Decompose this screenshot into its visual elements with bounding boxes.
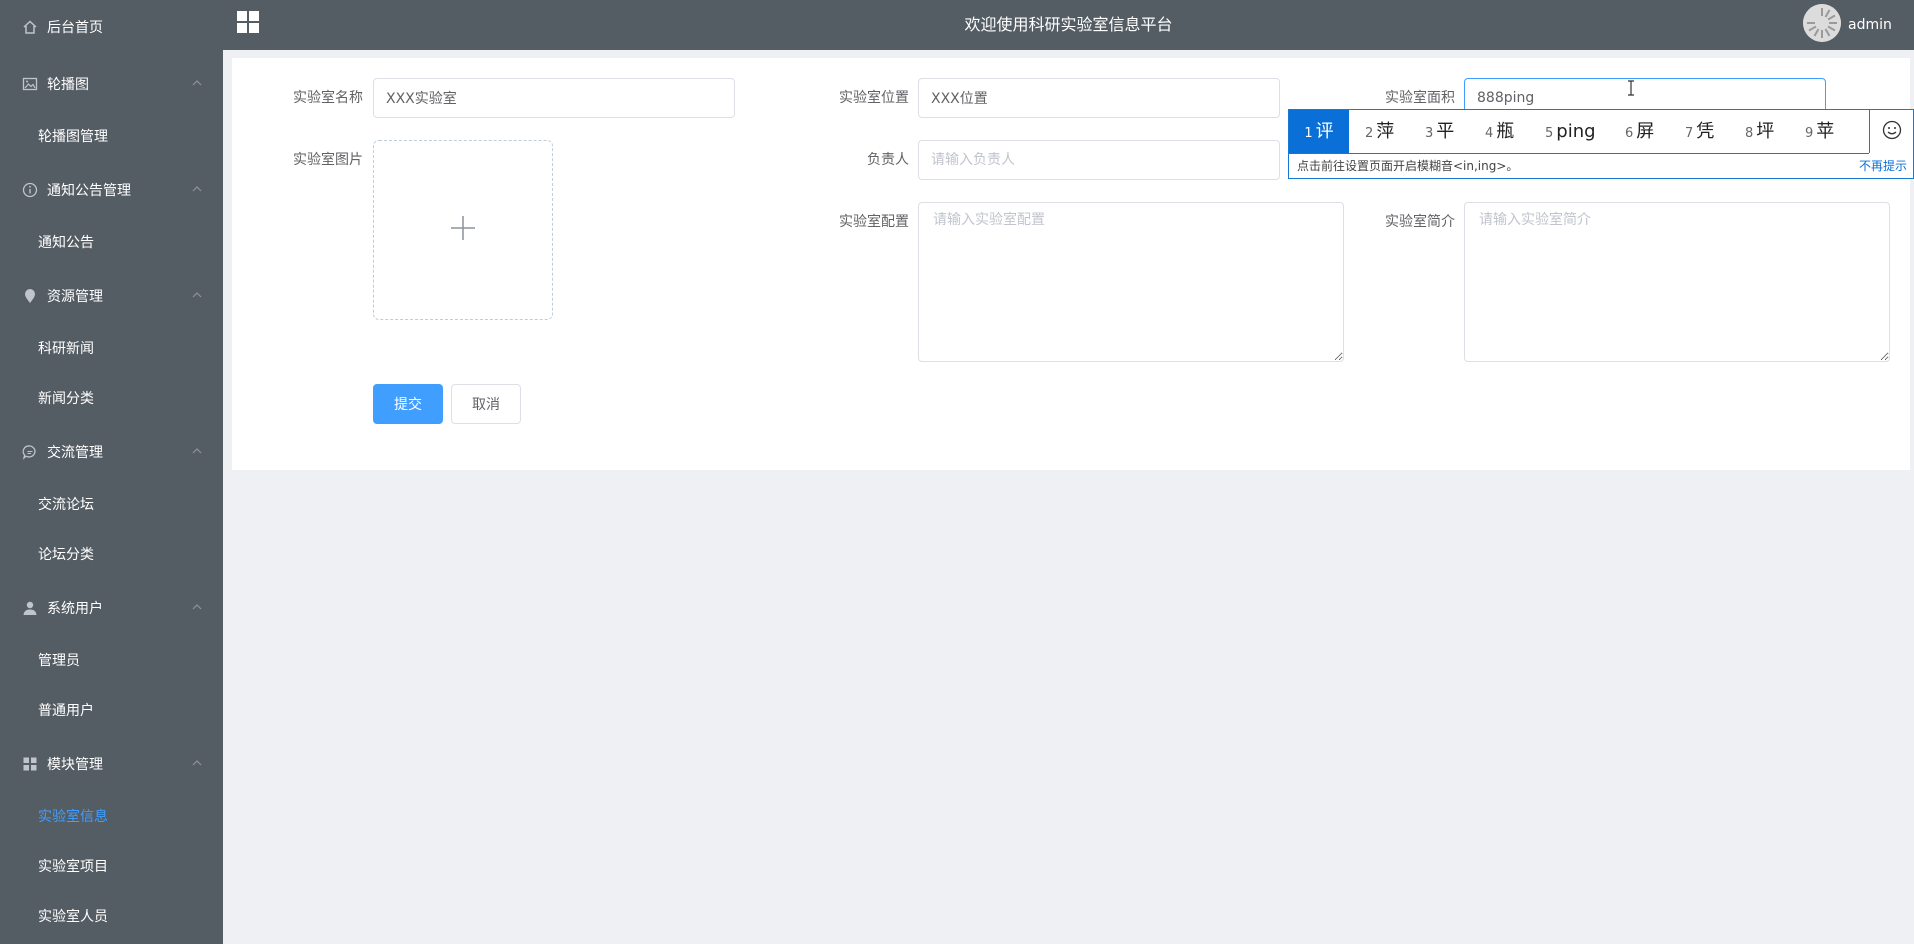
info-icon [21,181,39,199]
lab-config-label: 实验室配置 [839,214,909,230]
sidebar-item-label: 实验室项目 [38,859,108,875]
location-icon [21,287,39,305]
ime-dismiss-link[interactable]: 不再提示 [1859,157,1907,174]
menu-label: 模块管理 [47,757,103,773]
sidebar-item-label: 新闻分类 [38,391,94,407]
lab-intro-textarea[interactable] [1464,202,1890,362]
ime-candidate-window: 1评 2萍 3平 4瓶 5 ping 6屏 7凭 8坪 9苹 点击前往设置页面开启… [1288,109,1914,179]
menu-carousel[interactable]: 轮播图 [0,59,223,109]
user-icon [21,599,39,617]
cancel-button[interactable]: 取消 [451,384,521,424]
menu-label: 后台首页 [47,20,103,36]
sidebar-item-lab-member[interactable]: 实验室人员 [0,891,223,941]
sidebar-item-admin[interactable]: 管理员 [0,635,223,685]
ime-candidate[interactable]: 8坪 [1745,110,1774,153]
owner-label: 负责人 [867,152,909,168]
ime-candidate[interactable]: 7凭 [1685,110,1714,153]
menu-exchange[interactable]: 交流管理 [0,427,223,477]
chat-icon [21,443,39,461]
smiley-icon [1882,120,1902,144]
image-icon [21,75,39,93]
home-icon [21,18,39,36]
sidebar-item-label: 普通用户 [38,703,94,719]
username[interactable]: admin [1848,0,1892,50]
chevron-up-icon [191,445,203,457]
sidebar-item-news-category[interactable]: 新闻分类 [0,373,223,423]
lab-location-label: 实验室位置 [839,90,909,106]
ime-candidate[interactable]: 3平 [1425,110,1454,153]
ime-candidate[interactable]: 5 ping [1545,110,1596,153]
sidebar-item-label: 交流论坛 [38,497,94,513]
menu-notice[interactable]: 通知公告管理 [0,165,223,215]
owner-input[interactable] [918,140,1280,180]
sidebar-item-forum[interactable]: 交流论坛 [0,479,223,529]
menu-module[interactable]: 模块管理 [0,739,223,789]
avatar[interactable] [1803,4,1841,42]
menu-label: 通知公告管理 [47,183,131,199]
sidebar-item-label: 论坛分类 [38,547,94,563]
page-title: 欢迎使用科研实验室信息平台 [964,15,1173,34]
chevron-up-icon [191,77,203,89]
lab-name-label: 实验室名称 [293,90,363,106]
sidebar-item-label: 科研新闻 [38,341,94,357]
menu-label: 系统用户 [47,601,103,617]
sidebar-item-label: 管理员 [38,653,80,669]
sidebar-item-lab-info[interactable]: 实验室信息 [0,791,223,841]
grid-icon [21,755,39,773]
ime-candidate[interactable]: 6屏 [1625,110,1654,153]
ime-divider [1289,153,1869,154]
sidebar-item-research-news[interactable]: 科研新闻 [0,323,223,373]
menu-label: 交流管理 [47,445,103,461]
chevron-up-icon [191,183,203,195]
sidebar-item-notice[interactable]: 通知公告 [0,217,223,267]
menu-label: 轮播图 [47,77,89,93]
sidebar-item-lab-project[interactable]: 实验室项目 [0,841,223,891]
chevron-up-icon [191,757,203,769]
menu-system-user[interactable]: 系统用户 [0,583,223,633]
sidebar: 后台首页 轮播图 轮播图管理 通知公告管理 通知公告 资源管理 科研新闻 新闻分… [0,0,223,944]
lab-image-label: 实验室图片 [293,152,363,168]
sidebar-item-carousel-manage[interactable]: 轮播图管理 [0,111,223,161]
chevron-up-icon [191,289,203,301]
lab-intro-label: 实验室简介 [1385,214,1455,230]
ime-candidate[interactable]: 2萍 [1365,110,1394,153]
ime-candidate[interactable]: 4瓶 [1485,110,1514,153]
sidebar-item-label: 实验室信息 [38,809,108,825]
lab-config-textarea[interactable] [918,202,1344,362]
menu-label: 资源管理 [47,289,103,305]
sidebar-item-label: 通知公告 [38,235,94,251]
menu-resource[interactable]: 资源管理 [0,271,223,321]
chevron-up-icon [191,601,203,613]
sidebar-item-normal-user[interactable]: 普通用户 [0,685,223,735]
menu-home[interactable]: 后台首页 [0,2,223,52]
top-header: 欢迎使用科研实验室信息平台 admin [223,0,1914,50]
sidebar-item-label: 实验室人员 [38,909,108,925]
ime-candidate[interactable]: 9苹 [1805,110,1834,153]
ime-candidate-list: 1评 2萍 3平 4瓶 5 ping 6屏 7凭 8坪 9苹 [1289,110,1869,153]
ime-candidate[interactable]: 1评 [1289,110,1349,153]
sidebar-item-forum-category[interactable]: 论坛分类 [0,529,223,579]
app-grid-icon[interactable] [237,11,259,33]
text-cursor-icon [1626,80,1636,96]
sidebar-item-label: 轮播图管理 [38,129,108,145]
ime-hint-text[interactable]: 点击前往设置页面开启模糊音<in,ing>。 [1297,157,1518,174]
plus-icon [449,214,477,246]
lab-location-input[interactable] [918,78,1280,118]
lab-name-input[interactable] [373,78,735,118]
ime-emoji-button[interactable] [1869,110,1913,153]
image-uploader[interactable] [373,140,553,320]
submit-button[interactable]: 提交 [373,384,443,424]
